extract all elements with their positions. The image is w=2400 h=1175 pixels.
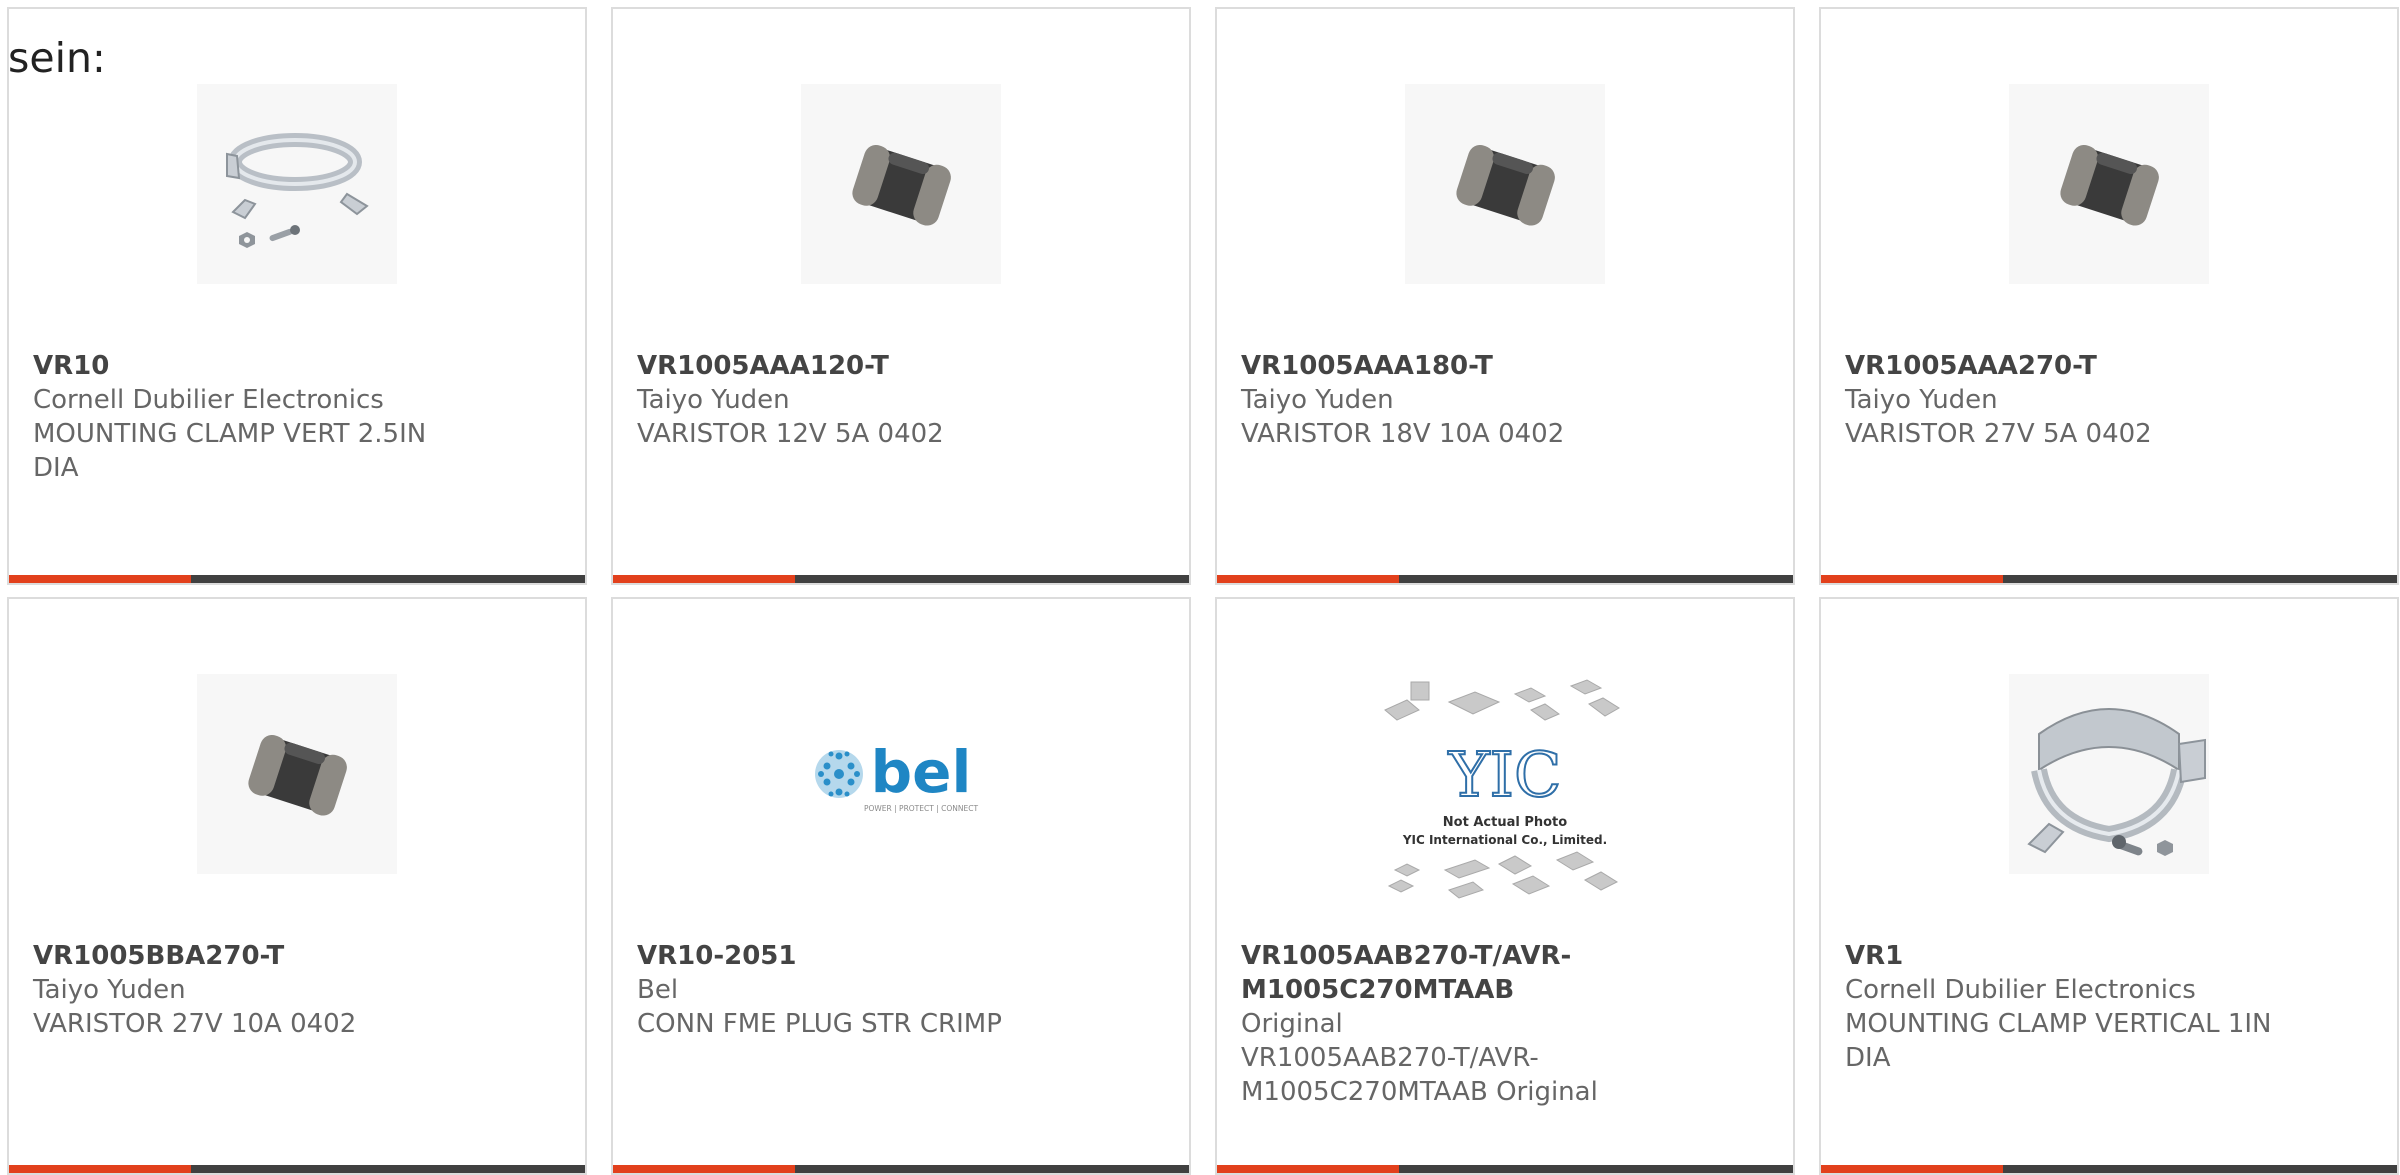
card-bottom-bar xyxy=(613,1165,1189,1173)
description: VARISTOR 27V 10A 0402 xyxy=(33,1009,357,1039)
product-image[interactable] xyxy=(197,84,397,284)
description: MOUNTING CLAMP VERT 2.5IN DIA xyxy=(33,419,427,483)
description: CONN FME PLUG STR CRIMP xyxy=(637,1009,1002,1039)
product-card[interactable]: VR10 Cornell Dubilier Electronics MOUNTI… xyxy=(7,7,587,585)
card-bottom-bar xyxy=(1821,575,2397,583)
product-grid: VR10 Cornell Dubilier Electronics MOUNTI… xyxy=(7,7,2399,1175)
card-bottom-bar xyxy=(613,575,1189,583)
product-image[interactable] xyxy=(2009,674,2209,874)
card-accent xyxy=(9,575,191,583)
manufacturer: Cornell Dubilier Electronics xyxy=(33,385,384,415)
card-accent xyxy=(1821,575,2003,583)
varistor-chip-icon xyxy=(2060,144,2159,226)
product-info: VR1005AAB270-T/AVR-M1005C270MTAAB Origin… xyxy=(1241,939,1681,1109)
part-number[interactable]: VR1005AAA120-T xyxy=(637,349,1077,383)
part-number[interactable]: VR10 xyxy=(33,349,473,383)
description: VARISTOR 12V 5A 0402 xyxy=(637,419,944,449)
card-bottom-bar xyxy=(1217,575,1793,583)
bel-logo-icon: bel POWER | PROTECT | CONNECT xyxy=(815,738,978,813)
yic-logo-text: YIC xyxy=(1448,738,1562,811)
product-info: VR1005AAA180-T Taiyo Yuden VARISTOR 18V … xyxy=(1241,349,1681,451)
manufacturer: Taiyo Yuden xyxy=(33,975,186,1005)
card-accent xyxy=(1821,1165,2003,1173)
manufacturer: Bel xyxy=(637,975,679,1005)
part-number[interactable]: VR1005AAA180-T xyxy=(1241,349,1681,383)
product-info: VR1005BBA270-T Taiyo Yuden VARISTOR 27V … xyxy=(33,939,473,1041)
card-bottom-bar xyxy=(1821,1165,2397,1173)
manufacturer: Original xyxy=(1241,1009,1343,1039)
product-image[interactable] xyxy=(2009,84,2209,284)
varistor-chip-icon xyxy=(248,734,347,816)
description: MOUNTING CLAMP VERTICAL 1IN DIA xyxy=(1845,1009,2272,1073)
product-info: VR1 Cornell Dubilier Electronics MOUNTIN… xyxy=(1845,939,2285,1075)
product-card[interactable]: YIC Not Actual Photo YIC International C… xyxy=(1215,597,1795,1175)
part-number[interactable]: VR1005BBA270-T xyxy=(33,939,473,973)
card-accent xyxy=(1217,575,1399,583)
lead-text: sein: xyxy=(8,34,106,82)
product-info: VR10-2051 Bel CONN FME PLUG STR CRIMP xyxy=(637,939,1077,1041)
product-image[interactable]: YIC Not Actual Photo YIC International C… xyxy=(1365,674,1645,914)
mounting-clamp-icon xyxy=(226,133,369,248)
bel-logo-text: bel xyxy=(871,738,972,806)
product-card[interactable]: VR1005BBA270-T Taiyo Yuden VARISTOR 27V … xyxy=(7,597,587,1175)
description: VR1005AAB270-T/AVR-M1005C270MTAAB Origin… xyxy=(1241,1043,1598,1107)
product-info: VR1005AAA270-T Taiyo Yuden VARISTOR 27V … xyxy=(1845,349,2285,451)
varistor-chip-icon xyxy=(1456,144,1555,226)
yic-placeholder-icon: YIC Not Actual Photo YIC International C… xyxy=(1384,679,1620,899)
manufacturer: Cornell Dubilier Electronics xyxy=(1845,975,2196,1005)
card-accent xyxy=(613,1165,795,1173)
product-card[interactable]: VR1005AAA120-T Taiyo Yuden VARISTOR 12V … xyxy=(611,7,1191,585)
bel-logo-tagline: POWER | PROTECT | CONNECT xyxy=(864,804,978,813)
card-accent xyxy=(9,1165,191,1173)
yic-placeholder-line1: Not Actual Photo xyxy=(1443,815,1567,830)
product-image[interactable] xyxy=(1405,84,1605,284)
part-number[interactable]: VR10-2051 xyxy=(637,939,1077,973)
product-card[interactable]: bel POWER | PROTECT | CONNECT VR10-2051 … xyxy=(611,597,1191,1175)
card-accent xyxy=(613,575,795,583)
product-card[interactable]: VR1 Cornell Dubilier Electronics MOUNTIN… xyxy=(1819,597,2399,1175)
manufacturer: Taiyo Yuden xyxy=(1241,385,1394,415)
card-bottom-bar xyxy=(1217,1165,1793,1173)
description: VARISTOR 27V 5A 0402 xyxy=(1845,419,2152,449)
card-accent xyxy=(1217,1165,1399,1173)
card-bottom-bar xyxy=(9,575,585,583)
product-info: VR1005AAA120-T Taiyo Yuden VARISTOR 12V … xyxy=(637,349,1077,451)
product-image[interactable] xyxy=(801,84,1001,284)
varistor-chip-icon xyxy=(852,144,951,226)
part-number[interactable]: VR1005AAB270-T/AVR-M1005C270MTAAB xyxy=(1241,939,1681,1007)
card-bottom-bar xyxy=(9,1165,585,1173)
mounting-clamp-icon xyxy=(2027,708,2206,856)
product-image[interactable] xyxy=(197,674,397,874)
part-number[interactable]: VR1005AAA270-T xyxy=(1845,349,2285,383)
product-image[interactable]: bel POWER | PROTECT | CONNECT xyxy=(801,674,1001,874)
product-card[interactable]: VR1005AAA180-T Taiyo Yuden VARISTOR 18V … xyxy=(1215,7,1795,585)
description: VARISTOR 18V 10A 0402 xyxy=(1241,419,1565,449)
part-number[interactable]: VR1 xyxy=(1845,939,2285,973)
product-info: VR10 Cornell Dubilier Electronics MOUNTI… xyxy=(33,349,473,485)
manufacturer: Taiyo Yuden xyxy=(1845,385,1998,415)
manufacturer: Taiyo Yuden xyxy=(637,385,790,415)
yic-placeholder-line2: YIC International Co., Limited. xyxy=(1402,833,1607,847)
product-card[interactable]: VR1005AAA270-T Taiyo Yuden VARISTOR 27V … xyxy=(1819,7,2399,585)
